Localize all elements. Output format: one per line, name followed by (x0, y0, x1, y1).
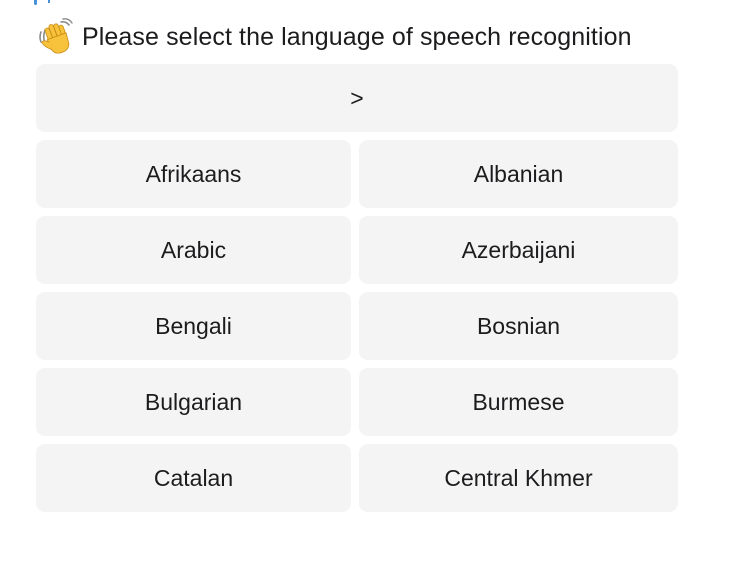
language-button-afrikaans[interactable]: Afrikaans (36, 140, 351, 208)
language-button-catalan[interactable]: Catalan (36, 444, 351, 512)
top-edge-marker-dot (48, 0, 50, 3)
language-button-bulgarian[interactable]: Bulgarian (36, 368, 351, 436)
keyboard-row: Afrikaans Albanian (36, 140, 678, 208)
keyboard-row: Bengali Bosnian (36, 292, 678, 360)
top-edge-marker (34, 0, 37, 5)
keyboard-row: Bulgarian Burmese (36, 368, 678, 436)
next-page-button[interactable]: > (36, 64, 678, 132)
language-button-albanian[interactable]: Albanian (359, 140, 678, 208)
language-keyboard: > Afrikaans Albanian Arabic Azerbaijani … (36, 64, 678, 520)
keyboard-row: Catalan Central Khmer (36, 444, 678, 512)
language-button-bengali[interactable]: Bengali (36, 292, 351, 360)
keyboard-row: Arabic Azerbaijani (36, 216, 678, 284)
language-button-arabic[interactable]: Arabic (36, 216, 351, 284)
prompt-text: Please select the language of speech rec… (82, 22, 632, 51)
language-button-bosnian[interactable]: Bosnian (359, 292, 678, 360)
language-button-central-khmer[interactable]: Central Khmer (359, 444, 678, 512)
language-button-burmese[interactable]: Burmese (359, 368, 678, 436)
waving-hand-icon (36, 18, 74, 56)
language-button-azerbaijani[interactable]: Azerbaijani (359, 216, 678, 284)
message-header: Please select the language of speech rec… (36, 18, 632, 56)
